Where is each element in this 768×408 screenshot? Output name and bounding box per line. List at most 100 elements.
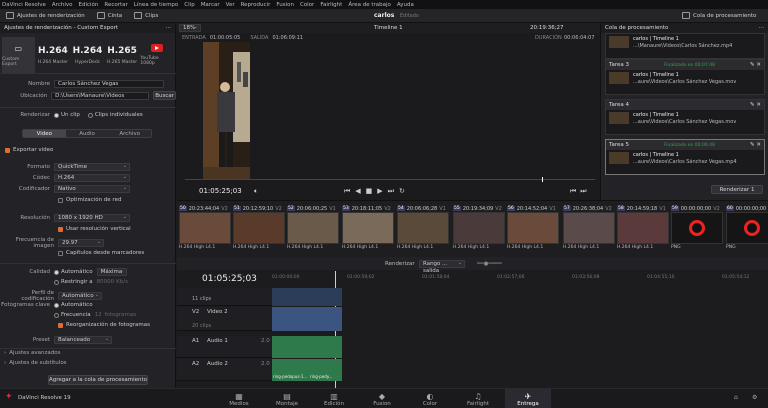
page-tab-montaje[interactable]: ▤ Montaje xyxy=(264,389,310,408)
video-clip-v3[interactable] xyxy=(272,288,342,306)
preset-select[interactable]: Balanceado xyxy=(54,336,112,344)
volume-icon[interactable]: 🔈︎ xyxy=(254,187,258,196)
keyframes-every-radio[interactable] xyxy=(54,312,59,318)
more-options-icon[interactable]: ··· xyxy=(166,25,171,31)
render-job[interactable]: Tarea 4 ✎ ✕ carlos | Timeline 1 ...aure\Vi… xyxy=(605,99,765,135)
frame-rate-select[interactable]: 29.97 xyxy=(58,239,104,247)
encoding-profile-select[interactable]: Automático xyxy=(58,292,102,300)
menu-item[interactable]: Ayuda xyxy=(397,2,414,8)
preset-hyperdeck[interactable]: H.264 HyperDeck xyxy=(71,37,104,73)
advanced-settings-toggle[interactable]: › Ajustes avanzados xyxy=(0,350,176,356)
quality-restrict-radio[interactable] xyxy=(54,279,59,285)
preset-h265-master[interactable]: H.265 H.265 Master xyxy=(106,37,139,73)
chapters-checkbox[interactable] xyxy=(58,250,63,256)
settings-icon[interactable]: ⚙ xyxy=(752,394,757,401)
menu-item[interactable]: Línea de tiempo xyxy=(134,2,179,8)
page-tab-fairlight[interactable]: ♫ Fairlight xyxy=(455,389,501,408)
single-clip-radio[interactable] xyxy=(54,112,59,118)
audio-clip-a2[interactable]: ring-pedopus-1... ring-pedy... xyxy=(272,359,342,381)
render-job[interactable]: Tarea 3 Finalizado en 00:07:48 ✎ ✕ carlos … xyxy=(605,59,765,95)
page-tab-entrega[interactable]: ✈ Entrega xyxy=(505,389,551,408)
resolution-select[interactable]: 1080 x 1920 HD xyxy=(54,214,130,222)
individual-clips-radio[interactable] xyxy=(87,112,93,118)
resolve-logo-icon: ✦ xyxy=(5,392,13,402)
encoder-select[interactable]: Nativo xyxy=(54,185,130,193)
page-tab-medios[interactable]: ▦ Medios xyxy=(216,389,262,408)
queue-title: Cola de procesamiento xyxy=(605,25,669,31)
prev-next-buttons[interactable]: ⏮︎⏭︎ xyxy=(570,187,591,196)
clip-thumbnail[interactable]: 57 20:26:38;04 V2 H.264 High L4.1 xyxy=(563,205,615,253)
render-all-button[interactable]: Renderizar 1 xyxy=(711,185,763,194)
preset-h264-master[interactable]: H.264 H.264 Master xyxy=(37,37,70,73)
render-queue-button[interactable]: Cola de procesamiento xyxy=(676,9,762,23)
preset-row: ▭ Custom Export H.264 H.264 Master H.264 Hy… xyxy=(0,33,175,73)
home-icon[interactable]: ⌂ xyxy=(734,394,738,401)
clip-thumbnail[interactable]: 54 20:06:06;28 V1 H.264 High L4.1 xyxy=(397,205,449,253)
format-select[interactable]: QuickTime xyxy=(54,163,130,171)
filename-input[interactable]: Carlos Sánchez Vegas xyxy=(54,80,164,88)
keyframes-auto-radio[interactable] xyxy=(54,302,59,308)
page-tab-edición[interactable]: ▥ Edición xyxy=(311,389,357,408)
playhead-marker[interactable] xyxy=(542,177,543,182)
clip-track: V1 xyxy=(439,205,446,212)
codec-select[interactable]: H.264 xyxy=(54,174,130,182)
clip-thumbnail[interactable]: 6000:00:00;00V2PNG xyxy=(726,205,768,253)
menu-item[interactable]: Ver xyxy=(226,2,235,8)
clips-button[interactable]: Clips xyxy=(128,9,164,23)
render-range-select[interactable]: Rango ... salida xyxy=(419,259,465,274)
menu-item[interactable]: Reproducir xyxy=(241,2,271,8)
zoom-select[interactable]: 18% xyxy=(179,24,201,32)
menu-item[interactable]: Fusion xyxy=(276,2,294,8)
network-optimization-checkbox[interactable] xyxy=(58,197,63,203)
export-video-checkbox[interactable] xyxy=(5,147,10,153)
browse-button[interactable]: Buscar xyxy=(153,91,176,100)
preset-custom-export[interactable]: ▭ Custom Export xyxy=(2,37,35,73)
clip-thumbnail[interactable]: 55 20:19:34;09 V2 H.264 High L4.1 xyxy=(453,205,505,253)
render-settings-button[interactable]: Ajustes de renderización xyxy=(0,9,91,23)
clip-thumbnail[interactable]: 56 20:14:52;04 V1 H.264 High L4.1 xyxy=(507,205,559,253)
clip-thumbnail[interactable]: 50 20:23:44;04 V2 H.264 High L4.1 xyxy=(179,205,231,253)
add-to-render-queue-button[interactable]: Agregar a la cola de procesamiento xyxy=(48,375,148,385)
menu-item[interactable]: Color xyxy=(300,2,314,8)
menu-item[interactable]: Archivo xyxy=(52,2,73,8)
location-input[interactable]: D:\Users\Manaure\Videos xyxy=(51,91,150,100)
scrubber-bar[interactable] xyxy=(185,179,595,180)
clip-thumbnail[interactable]: 58 20:14:59;18 V1 H.264 High L4.1 xyxy=(617,205,669,253)
frame-reordering-checkbox[interactable] xyxy=(58,322,63,328)
clip-thumbnail[interactable]: 52 20:06:00;25 V1 H.264 High L4.1 xyxy=(287,205,339,253)
timeline-ruler[interactable]: 01:00:00;00 01:00:59;02 01:01:58;04 01:02:5… xyxy=(272,275,768,283)
quality-select[interactable]: Máxima xyxy=(96,268,127,276)
edit-icon[interactable]: ✎ ✕ xyxy=(750,102,761,108)
tape-button[interactable]: Cinta xyxy=(91,9,128,23)
clip-thumbnail[interactable]: 59 00:00:00;00 V2 PNG xyxy=(671,205,723,253)
render-job[interactable]: carlos | Timeline 1 ...\Manaure\Videos\Ca… xyxy=(605,33,765,59)
menu-item[interactable]: DaVinci Resolve xyxy=(2,2,46,8)
page-tab-color[interactable]: ◐ Color xyxy=(407,389,453,408)
video-clip-v2[interactable] xyxy=(272,307,342,331)
clip-thumbnail[interactable]: 51 20:12:59;10 V2 H.264 High L4.1 xyxy=(233,205,285,253)
playback-buttons[interactable]: ⏮︎◀︎■▶︎⏭︎↻ xyxy=(344,187,410,196)
menu-item[interactable]: Marcar xyxy=(201,2,220,8)
audio-clip-a1[interactable] xyxy=(272,336,342,358)
vertical-resolution-checkbox[interactable] xyxy=(58,226,63,232)
tab-video[interactable]: Video xyxy=(23,130,66,137)
render-job[interactable]: Tarea 5 Finalizado en 00:06:48 ✎ ✕ carlos … xyxy=(605,139,765,175)
quality-auto-radio[interactable] xyxy=(54,269,59,275)
preset-youtube[interactable]: YouTube 1080p xyxy=(140,37,173,73)
menu-item[interactable]: Fairlight xyxy=(320,2,342,8)
menu-item[interactable]: Edición xyxy=(78,2,98,8)
clip-timecode: 20:23:44;04 xyxy=(188,205,220,212)
tab-file[interactable]: Archivo xyxy=(108,130,151,137)
tab-audio[interactable]: Audio xyxy=(65,130,109,137)
menu-item[interactable]: Área de trabajo xyxy=(348,2,391,8)
zoom-slider[interactable]: ━━●━━━━ xyxy=(477,261,502,267)
subtitle-settings-toggle[interactable]: › Ajustes de subtítulos xyxy=(0,360,176,366)
menu-item[interactable]: Clip xyxy=(184,2,194,8)
edit-icon[interactable]: ✎ ✕ xyxy=(750,142,761,148)
more-options-icon[interactable]: ··· xyxy=(759,25,764,31)
timeline-name[interactable]: Timeline 1 xyxy=(374,25,403,31)
page-tab-fusion[interactable]: ◆ Fusion xyxy=(359,389,405,408)
clip-thumbnail[interactable]: 53 20:18:11;05 V2 H.264 High L4.1 xyxy=(342,205,394,253)
edit-icon[interactable]: ✎ ✕ xyxy=(750,62,761,68)
menu-item[interactable]: Recortar xyxy=(104,2,127,8)
